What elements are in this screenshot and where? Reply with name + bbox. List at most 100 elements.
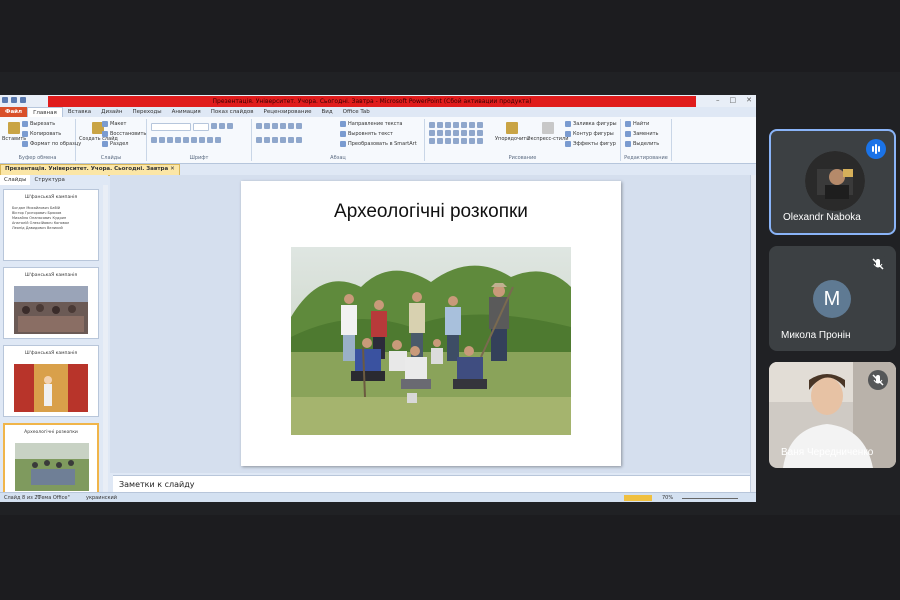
binoculars-icon bbox=[625, 121, 631, 127]
avatar bbox=[805, 151, 865, 211]
smartart-button[interactable]: Преобразовать в SmartArt bbox=[340, 141, 417, 147]
group-label: Слайды bbox=[100, 155, 122, 161]
text-direction-icon bbox=[340, 121, 346, 127]
save-icon[interactable] bbox=[2, 97, 8, 103]
smartart-icon bbox=[340, 141, 346, 147]
close-icon[interactable]: ✕ bbox=[746, 96, 752, 104]
tab-view[interactable]: Вид bbox=[316, 107, 337, 117]
slide-thumbnail[interactable]: Ш'фанськаЯ кампанія Богдан Михайлович Ба… bbox=[3, 189, 99, 261]
audio-level-icon bbox=[872, 144, 880, 154]
quick-styles-button[interactable]: Экспресс-стили bbox=[527, 122, 568, 142]
tab-design[interactable]: Дизайн bbox=[96, 107, 127, 117]
tab-animation[interactable]: Анимация bbox=[167, 107, 206, 117]
shape-fill-button[interactable]: Заливка фигуры bbox=[565, 121, 617, 127]
title-bar: Презентація. Університет. Учора. Сьогодн… bbox=[0, 95, 756, 107]
participant-tile[interactable]: Ваня Чередниченко bbox=[769, 362, 896, 468]
participant-tile[interactable]: Olexandr Naboka bbox=[769, 129, 896, 235]
window-controls: – □ ✕ bbox=[716, 96, 752, 104]
participant-name: Микола Пронін bbox=[781, 330, 851, 341]
tab-outline[interactable]: Структура bbox=[30, 175, 68, 185]
tab-slides[interactable]: Слайды bbox=[0, 175, 31, 185]
group-label: Шрифт bbox=[189, 155, 209, 161]
panel-tabs: Слайды Структура bbox=[0, 175, 108, 185]
maximize-icon[interactable]: □ bbox=[730, 96, 737, 104]
speaking-indicator bbox=[866, 139, 886, 159]
tab-transitions[interactable]: Переходы bbox=[127, 107, 166, 117]
arrange-icon bbox=[506, 122, 519, 134]
text-direction-button[interactable]: Направление текста bbox=[340, 121, 402, 127]
replace-button[interactable]: Заменить bbox=[625, 131, 659, 137]
align-text-button[interactable]: Выровнять текст bbox=[340, 131, 393, 137]
tab-home[interactable]: Главная bbox=[27, 106, 63, 118]
section-button[interactable]: Раздел bbox=[102, 141, 128, 147]
quick-access-toolbar[interactable] bbox=[2, 97, 26, 105]
find-button[interactable]: Найти bbox=[625, 121, 649, 127]
excavation-group-photo bbox=[291, 247, 571, 435]
muted-indicator bbox=[868, 370, 888, 390]
copy-button[interactable]: Копировать bbox=[22, 131, 61, 137]
zoom-slider[interactable] bbox=[682, 498, 738, 499]
redo-icon[interactable] bbox=[20, 97, 26, 103]
muted-indicator bbox=[868, 254, 888, 274]
align-icon bbox=[340, 131, 346, 137]
powerpoint-window: Презентація. Університет. Учора. Сьогодн… bbox=[0, 95, 756, 502]
classroom-photo bbox=[14, 286, 88, 334]
thumbnail-title: Археологічні розкопки bbox=[24, 430, 78, 435]
slide-thumbnail[interactable]: Ш'фанськаЯ кампанія bbox=[3, 267, 99, 339]
tab-slideshow[interactable]: Показ слайдов bbox=[206, 107, 259, 117]
tab-insert[interactable]: Вставка bbox=[63, 107, 96, 117]
format-painter-button[interactable]: Формат по образцу bbox=[22, 141, 81, 147]
tab-review[interactable]: Рецензирование bbox=[259, 107, 317, 117]
participant-name: Olexandr Naboka bbox=[783, 212, 861, 223]
thumbnail-title: Ш'фанськаЯ кампанія bbox=[24, 351, 78, 356]
scissors-icon bbox=[22, 121, 28, 127]
panel-scrollbar[interactable] bbox=[103, 185, 108, 494]
current-slide[interactable]: Археологічні розкопки bbox=[241, 181, 621, 466]
select-button[interactable]: Выделить bbox=[625, 141, 659, 147]
cut-button[interactable]: Вырезать bbox=[22, 121, 55, 127]
tab-file[interactable]: Файл bbox=[0, 107, 28, 117]
paragraph-row-2[interactable] bbox=[256, 137, 302, 143]
layout-button[interactable]: Макет bbox=[102, 121, 126, 127]
ribbon: Вставить Вырезать Копировать Формат по о… bbox=[0, 117, 756, 164]
reset-icon bbox=[102, 131, 108, 137]
mic-off-icon bbox=[872, 374, 884, 386]
slides-group: Создать слайд Макет Восстановить Раздел … bbox=[76, 119, 147, 161]
fill-icon bbox=[565, 121, 571, 127]
paragraph-group: Направление текста Выровнять текст Преоб… bbox=[252, 119, 425, 161]
drawing-group: Упорядочить Экспресс-стили Заливка фигур… bbox=[425, 119, 621, 161]
window-title: Презентація. Університет. Учора. Сьогодн… bbox=[48, 96, 696, 107]
editing-group: Найти Заменить Выделить Редактирование bbox=[621, 119, 672, 161]
slide-title: Археологічні розкопки bbox=[334, 201, 528, 222]
font-row-1[interactable] bbox=[151, 123, 233, 131]
group-label: Абзац bbox=[330, 155, 346, 161]
mic-off-icon bbox=[872, 258, 884, 270]
canvas-scrollbar[interactable] bbox=[750, 175, 756, 494]
tab-office-tab[interactable]: Office Tab bbox=[338, 107, 375, 117]
undo-icon[interactable] bbox=[11, 97, 17, 103]
notes-pane[interactable]: Заметки к слайду bbox=[113, 475, 750, 492]
slide-thumbnail[interactable]: Ш'фанськаЯ кампанія bbox=[3, 345, 99, 417]
meet-top-bar bbox=[0, 0, 900, 72]
shape-outline-button[interactable]: Контур фигуры bbox=[565, 131, 614, 137]
select-icon bbox=[625, 141, 631, 147]
zoom-level: 70% bbox=[662, 495, 674, 501]
list-item: Леонід Давидович Великий bbox=[12, 226, 63, 230]
copy-icon bbox=[22, 131, 28, 137]
paragraph-row-1[interactable] bbox=[256, 123, 302, 129]
thumbnail-list: Богдан Михайлович Бабій Віктор Григорови… bbox=[12, 206, 69, 231]
shape-effects-button[interactable]: Эффекты фигур bbox=[565, 141, 616, 147]
font-row-2[interactable] bbox=[151, 137, 221, 143]
brush-icon bbox=[22, 141, 28, 147]
slide-thumbnail-selected[interactable]: Археологічні розкопки bbox=[3, 423, 99, 495]
group-label: Буфер обмена bbox=[18, 155, 57, 161]
paste-icon bbox=[8, 122, 21, 134]
document-tabs: Презентація. Університет. Учора. Сьогодн… bbox=[0, 164, 756, 176]
arrange-button[interactable]: Упорядочить bbox=[495, 122, 529, 142]
view-buttons[interactable] bbox=[624, 495, 652, 501]
participant-tile[interactable]: M Микола Пронін bbox=[769, 246, 896, 351]
minimize-icon[interactable]: – bbox=[716, 96, 720, 104]
reset-button[interactable]: Восстановить bbox=[102, 131, 146, 137]
clipboard-group: Вставить Вырезать Копировать Формат по о… bbox=[0, 119, 81, 161]
shapes-gallery[interactable] bbox=[429, 122, 489, 144]
